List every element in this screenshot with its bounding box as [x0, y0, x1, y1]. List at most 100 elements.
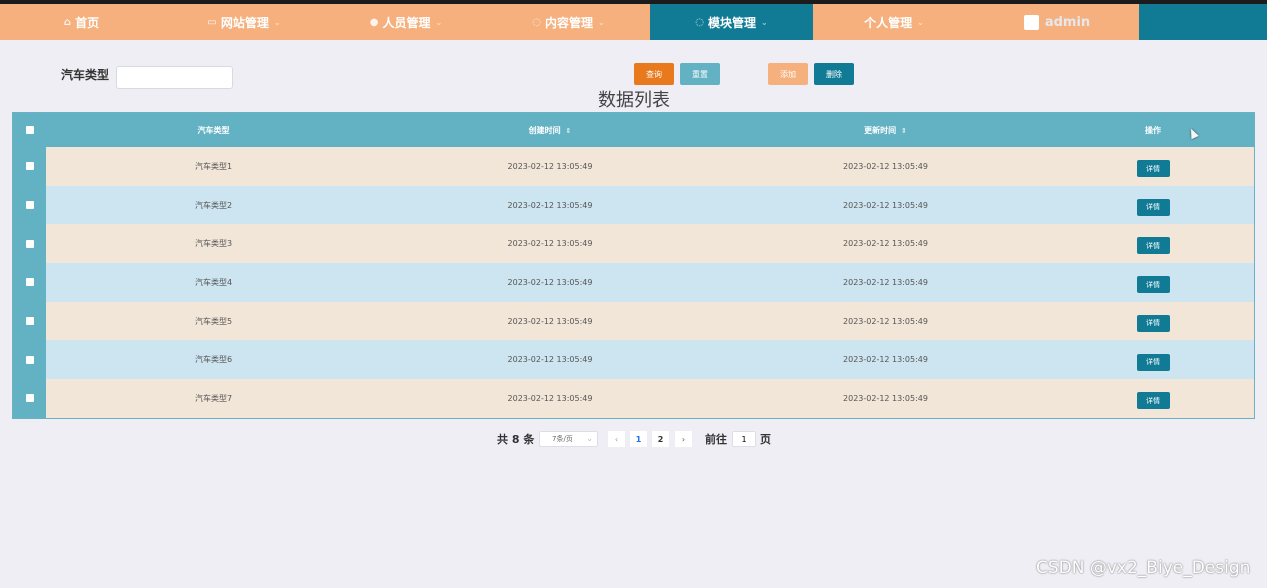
prev-page-button[interactable]: ‹	[608, 431, 625, 447]
cell-operation: 详情	[1052, 233, 1254, 255]
cell-car-type: 汽车类型7	[194, 393, 233, 403]
comment-icon: ◌	[695, 16, 704, 28]
detail-button[interactable]: 详情	[1136, 198, 1170, 216]
chevron-down-icon: ⌄	[586, 434, 593, 443]
delete-button[interactable]: 删除	[814, 63, 854, 85]
page-2-button[interactable]: 2	[652, 431, 669, 447]
cell-created: 2023-02-12 13:05:49	[507, 277, 593, 287]
car-type-search-input[interactable]	[116, 66, 233, 89]
nav-item-label: 网站管理	[220, 15, 269, 30]
row-checkbox-cell	[13, 185, 46, 225]
cell-car-type: 汽车类型4	[194, 277, 233, 287]
row-checkbox[interactable]	[25, 278, 34, 287]
username: admin	[1044, 14, 1091, 30]
add-button[interactable]: 添加	[768, 63, 808, 85]
row-checkbox[interactable]	[25, 201, 34, 210]
cell-created: 2023-02-12 13:05:49	[507, 200, 593, 210]
column-header-created[interactable]: 创建时间 ⇕	[381, 125, 719, 136]
detail-button[interactable]: 详情	[1136, 160, 1170, 178]
table-header: 汽车类型 创建时间 ⇕ 更新时间 ⇕ 操作	[13, 113, 1254, 147]
detail-button[interactable]: 详情	[1136, 237, 1170, 255]
chevron-down-icon: ⌄	[761, 17, 768, 27]
sort-icon[interactable]: ⇕	[901, 127, 907, 135]
page-1-button[interactable]: 1	[630, 431, 647, 447]
nav-item-staff-management[interactable]: ● 人员管理 ⌄	[325, 4, 487, 40]
list-title: 数据列表	[598, 90, 670, 111]
nav-item-site-management[interactable]: ▭ 网站管理 ⌄	[163, 4, 325, 40]
column-header-label: 更新时间	[864, 125, 897, 135]
next-page-button[interactable]: ›	[675, 431, 692, 447]
cell-updated: 2023-02-12 13:05:49	[843, 161, 928, 171]
chevron-down-icon: ⌄	[273, 17, 281, 27]
column-header-label: 创建时间	[528, 125, 561, 135]
detail-button[interactable]: 详情	[1136, 314, 1170, 332]
table-row: 汽车类型4 2023-02-12 13:05:49 2023-02-12 13:…	[13, 263, 1254, 302]
nav-item-module-management[interactable]: ◌ 模块管理 ⌄	[650, 4, 813, 40]
detail-button[interactable]: 详情	[1136, 392, 1170, 410]
cell-operation: 详情	[1052, 310, 1254, 332]
pagination: 共 8 条 7条/页 ⌄ ‹ 1 2 › 前往 页	[0, 430, 1267, 448]
select-all-cell	[13, 113, 46, 147]
cell-updated: 2023-02-12 13:05:49	[843, 355, 928, 365]
watermark: CSDN @vx2_Biye_Design	[1036, 558, 1251, 578]
chat-icon: ◌	[532, 16, 541, 28]
cell-car-type: 汽车类型2	[194, 200, 233, 210]
row-checkbox-cell	[13, 301, 46, 341]
row-checkbox[interactable]	[25, 317, 34, 326]
reset-button[interactable]: 重置	[680, 63, 720, 85]
user-icon: ●	[369, 16, 379, 28]
cell-updated: 2023-02-12 13:05:49	[843, 393, 928, 403]
cell-car-type: 汽车类型6	[194, 355, 233, 365]
row-checkbox[interactable]	[25, 162, 34, 171]
user-menu[interactable]: admin	[975, 4, 1139, 40]
cell-updated: 2023-02-12 13:05:49	[843, 277, 928, 287]
sort-icon[interactable]: ⇕	[565, 127, 571, 135]
nav-item-label: 首页	[75, 15, 100, 30]
table-row: 汽车类型6 2023-02-12 13:05:49 2023-02-12 13:…	[13, 340, 1254, 380]
nav-item-label: 个人管理	[864, 15, 913, 30]
cell-created: 2023-02-12 13:05:49	[507, 355, 593, 365]
nav-filler	[1139, 4, 1267, 40]
cell-created: 2023-02-12 13:05:49	[507, 161, 593, 171]
table-row: 汽车类型5 2023-02-12 13:05:49 2023-02-12 13:…	[13, 301, 1254, 341]
table-row: 汽车类型3 2023-02-12 13:05:49 2023-02-12 13:…	[13, 224, 1254, 264]
page-unit-label: 页	[760, 433, 771, 446]
page-size-select[interactable]: 7条/页 ⌄	[539, 431, 598, 447]
table-row: 汽车类型7 2023-02-12 13:05:49 2023-02-12 13:…	[13, 379, 1254, 418]
page-size-value: 7条/页	[552, 435, 573, 443]
data-table: 汽车类型 创建时间 ⇕ 更新时间 ⇕ 操作 汽车类型1 2023-02-12 1…	[12, 112, 1255, 419]
row-checkbox-cell	[13, 379, 46, 418]
home-icon: ⌂	[63, 16, 72, 28]
cell-operation: 详情	[1052, 388, 1254, 410]
nav-item-label: 模块管理	[708, 15, 757, 30]
cell-operation: 详情	[1052, 349, 1254, 371]
detail-button[interactable]: 详情	[1136, 353, 1170, 371]
row-checkbox-cell	[13, 147, 46, 186]
cell-created: 2023-02-12 13:05:49	[507, 239, 593, 249]
total-count: 共 8 条	[497, 433, 535, 446]
monitor-icon: ▭	[207, 16, 217, 28]
query-button[interactable]: 查询	[634, 63, 674, 85]
cell-operation: 详情	[1052, 272, 1254, 294]
avatar-image-icon	[1023, 14, 1039, 30]
table-row: 汽车类型2 2023-02-12 13:05:49 2023-02-12 13:…	[13, 185, 1254, 225]
goto-page-input[interactable]	[732, 431, 756, 447]
nav-item-label: 人员管理	[382, 15, 431, 30]
column-header-updated[interactable]: 更新时间 ⇕	[719, 125, 1052, 136]
nav-item-content-management[interactable]: ◌ 内容管理 ⌄	[487, 4, 650, 40]
nav-item-label: 内容管理	[545, 15, 594, 30]
detail-button[interactable]: 详情	[1136, 276, 1170, 294]
cell-car-type: 汽车类型3	[194, 239, 233, 249]
search-label: 汽车类型	[61, 68, 110, 82]
row-checkbox[interactable]	[25, 394, 34, 403]
nav-item-personal-management[interactable]: 个人管理 ⌄	[813, 4, 975, 40]
row-checkbox[interactable]	[25, 239, 34, 248]
select-all-checkbox[interactable]	[25, 126, 34, 134]
chevron-down-icon: ⌄	[435, 17, 443, 27]
nav-item-home[interactable]: ⌂ 首页	[0, 4, 163, 40]
row-checkbox[interactable]	[25, 355, 34, 364]
cell-updated: 2023-02-12 13:05:49	[843, 316, 928, 326]
cell-car-type: 汽车类型1	[194, 161, 233, 171]
chevron-down-icon: ⌄	[917, 17, 924, 27]
goto-label: 前往	[705, 433, 727, 446]
